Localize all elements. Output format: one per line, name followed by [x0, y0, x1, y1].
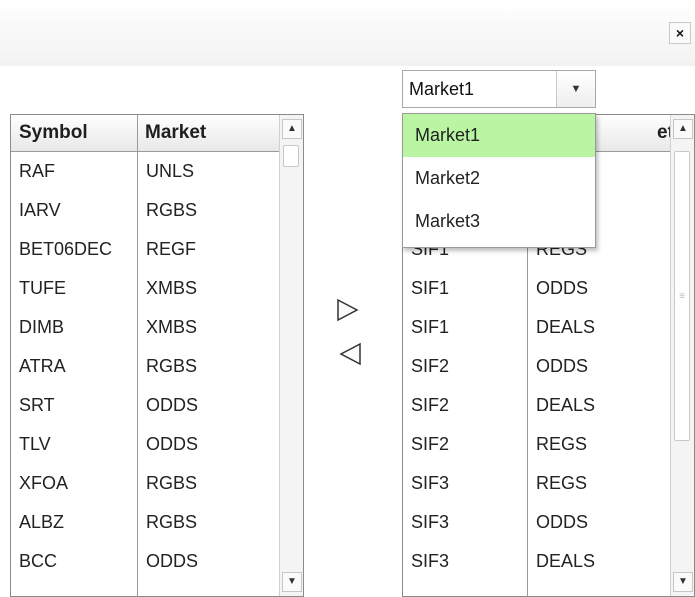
symbol-column: RAF IARV BET06DEC TUFE DIMB ATRA SRT TLV… [11, 152, 137, 596]
table-cell[interactable]: RGBS [138, 503, 282, 542]
market-select-value: Market1 [409, 79, 475, 99]
market-dropdown-list: Market1 Market2 Market3 [402, 113, 596, 248]
table-cell[interactable]: SIF1 [403, 308, 527, 347]
market-column-header[interactable]: Market [137, 115, 282, 152]
scroll-thumb[interactable]: ≡ [674, 151, 690, 441]
table-cell[interactable]: ODDS [138, 425, 282, 464]
table-cell[interactable]: SRT [11, 386, 137, 425]
table-cell[interactable]: RGBS [138, 347, 282, 386]
market-select[interactable]: Market1 ▼ [402, 70, 596, 108]
scroll-up-icon[interactable]: ▲ [673, 119, 693, 139]
table-cell[interactable]: REGF [138, 230, 282, 269]
table-cell[interactable]: DEALS [528, 386, 672, 425]
table-cell[interactable]: SIF3 [403, 542, 527, 581]
table-cell[interactable]: TLV [11, 425, 137, 464]
market-option[interactable]: Market1 [403, 114, 595, 157]
table-cell[interactable]: RGBS [138, 191, 282, 230]
market-column: UNLS RGBS REGF XMBS XMBS RGBS ODDS ODDS … [138, 152, 282, 596]
table-cell[interactable]: ATRA [11, 347, 137, 386]
table-cell[interactable]: BCC [11, 542, 137, 581]
scroll-thumb[interactable] [283, 145, 299, 167]
table-cell[interactable]: XFOA [11, 464, 137, 503]
table-cell[interactable]: SIF3 [403, 503, 527, 542]
table-cell[interactable]: RAF [11, 152, 137, 191]
symbol-column-header[interactable]: Symbol [11, 115, 137, 152]
table-cell[interactable]: REGS [528, 425, 672, 464]
close-icon[interactable]: × [669, 22, 691, 44]
table-cell[interactable]: SIF2 [403, 425, 527, 464]
table-cell[interactable]: ODDS [528, 347, 672, 386]
table-cell[interactable]: IARV [11, 191, 137, 230]
table-cell[interactable]: DEALS [528, 542, 672, 581]
available-symbols-grid: Symbol Market RAF IARV BET06DEC TUFE DIM… [10, 114, 304, 597]
table-cell[interactable]: TUFE [11, 269, 137, 308]
table-cell[interactable]: SIF3 [403, 464, 527, 503]
table-cell[interactable]: SIF1 [403, 269, 527, 308]
table-cell[interactable]: XMBS [138, 269, 282, 308]
table-cell[interactable]: DIMB [11, 308, 137, 347]
table-cell[interactable]: XMBS [138, 308, 282, 347]
table-cell[interactable]: REGS [528, 464, 672, 503]
chevron-down-icon[interactable]: ▼ [556, 71, 595, 107]
table-cell[interactable]: ODDS [138, 542, 282, 581]
market-option[interactable]: Market2 [403, 157, 595, 200]
table-cell[interactable]: ODDS [138, 386, 282, 425]
scroll-up-icon[interactable]: ▲ [282, 119, 302, 139]
table-cell[interactable]: ALBZ [11, 503, 137, 542]
scroll-down-icon[interactable]: ▼ [673, 572, 693, 592]
table-cell[interactable]: ODDS [528, 269, 672, 308]
table-cell[interactable]: DEALS [528, 308, 672, 347]
triangle-left-icon[interactable] [338, 341, 364, 367]
table-cell[interactable]: SIF2 [403, 347, 527, 386]
vertical-scrollbar[interactable]: ▲ ▼ [279, 115, 303, 596]
dialog-titlebar: × [0, 0, 695, 66]
table-cell[interactable]: RGBS [138, 464, 282, 503]
table-cell[interactable]: ODDS [528, 503, 672, 542]
scroll-down-icon[interactable]: ▼ [282, 572, 302, 592]
table-cell[interactable]: SIF2 [403, 386, 527, 425]
triangle-right-icon[interactable] [334, 297, 360, 323]
table-cell[interactable]: UNLS [138, 152, 282, 191]
table-cell[interactable]: BET06DEC [11, 230, 137, 269]
market-option[interactable]: Market3 [403, 200, 595, 243]
vertical-scrollbar[interactable]: ▲ ≡ ▼ [670, 115, 694, 596]
